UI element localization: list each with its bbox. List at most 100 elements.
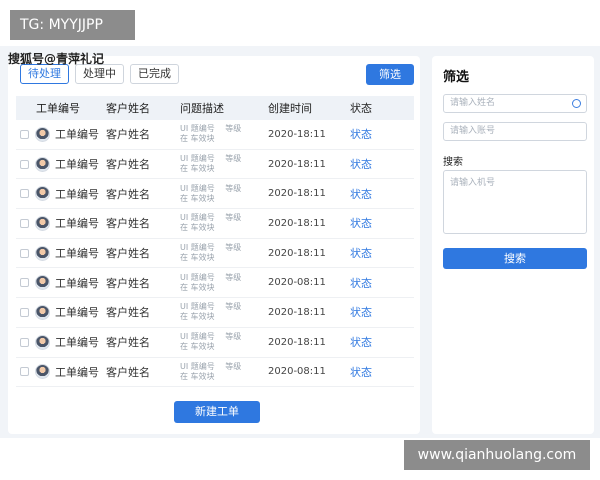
ticket-id-cell: 工单编号 — [16, 245, 106, 261]
avatar — [35, 275, 50, 291]
status-link[interactable]: 状态 — [348, 275, 408, 291]
ticket-id-cell: 工单编号 — [16, 156, 106, 172]
tab-pending[interactable]: 待处理 — [20, 64, 69, 84]
watermark-tag: TG: MYYJJPP — [10, 10, 135, 40]
customer-name: 客户姓名 — [106, 276, 150, 290]
row-checkbox[interactable] — [20, 367, 29, 377]
row-checkbox[interactable] — [20, 307, 29, 317]
phone-placeholder: 请输入机号 — [450, 178, 496, 188]
avatar — [35, 364, 50, 380]
row-checkbox[interactable] — [20, 337, 29, 347]
problem-description: UI 题编号 等级 在 车效块 — [180, 361, 242, 381]
problem-description: UI 题编号 等级 在 车效块 — [180, 272, 242, 292]
customer-name: 客户姓名 — [106, 336, 150, 350]
header-ticket-id: 工单编号 — [36, 102, 80, 115]
avatar — [35, 186, 50, 202]
avatar — [35, 156, 50, 172]
created-time: 2020-18:11 — [268, 336, 326, 348]
table-row[interactable]: 工单编号 客户姓名 UI 题编号 等级 在 车效块 2020-08:11 状态 — [16, 358, 414, 388]
customer-name: 客户姓名 — [106, 306, 150, 320]
header-created-time: 创建时间 — [268, 102, 312, 115]
problem-description: UI 题编号 等级 在 车效块 — [180, 154, 242, 174]
status-tabs: 待处理 处理中 已完成 — [20, 64, 179, 84]
avatar — [35, 334, 50, 350]
ticket-id-cell: 工单编号 — [16, 126, 106, 142]
status-link[interactable]: 状态 — [348, 215, 408, 231]
table-row[interactable]: 工单编号 客户姓名 UI 题编号 等级 在 车效块 2020-18:11 状态 — [16, 179, 414, 210]
customer-name: 客户姓名 — [106, 365, 150, 379]
table-row[interactable]: 工单编号 客户姓名 UI 题编号 等级 在 车效块 2020-18:11 状态 — [16, 298, 414, 328]
row-checkbox[interactable] — [20, 218, 29, 228]
watermark-url: www.qianhuolang.com — [404, 440, 590, 470]
phone-textarea[interactable]: 请输入机号 — [443, 170, 587, 234]
new-ticket-button[interactable]: 新建工单 — [174, 401, 260, 423]
row-checkbox[interactable] — [20, 248, 29, 258]
account-input[interactable]: 请输入账号 — [443, 122, 587, 141]
status-link[interactable]: 状态 — [348, 156, 408, 172]
filter-panel-title: 筛选 — [443, 70, 470, 85]
table-row[interactable]: 工单编号 客户姓名 UI 题编号 等级 在 车效块 2020-18:11 状态 — [16, 120, 414, 150]
created-time: 2020-08:11 — [268, 366, 326, 378]
status-link[interactable]: 状态 — [348, 126, 408, 142]
created-time: 2020-18:11 — [268, 128, 326, 140]
avatar — [35, 126, 50, 142]
customer-name: 客户姓名 — [106, 158, 150, 172]
header-status: 状态 — [350, 102, 372, 115]
tab-processing[interactable]: 处理中 — [75, 64, 124, 84]
ticket-id-cell: 工单编号 — [16, 215, 106, 231]
customer-name: 客户姓名 — [106, 247, 150, 261]
ticket-id: 工单编号 — [55, 128, 99, 142]
ticket-id-cell: 工单编号 — [16, 364, 106, 380]
table-row[interactable]: 工单编号 客户姓名 UI 题编号 等级 在 车效块 2020-08:11 状态 — [16, 268, 414, 299]
problem-description: UI 题编号 等级 在 车效块 — [180, 124, 242, 144]
avatar — [35, 304, 50, 320]
created-time: 2020-18:11 — [268, 188, 326, 200]
customer-name: 客户姓名 — [106, 128, 150, 142]
ticket-id: 工单编号 — [55, 217, 99, 231]
created-time: 2020-18:11 — [268, 158, 326, 170]
header-description: 问题描述 — [180, 102, 224, 115]
created-time: 2020-18:11 — [268, 306, 326, 318]
problem-description: UI 题编号 等级 在 车效块 — [180, 183, 242, 203]
avatar — [35, 245, 50, 261]
problem-description: UI 题编号 等级 在 车效块 — [180, 213, 242, 233]
problem-description: UI 题编号 等级 在 车效块 — [180, 302, 242, 322]
row-checkbox[interactable] — [20, 129, 29, 139]
account-placeholder: 请输入账号 — [450, 126, 496, 136]
search-label: 搜索 — [443, 157, 463, 168]
status-link[interactable]: 状态 — [348, 334, 408, 350]
table-row[interactable]: 工单编号 客户姓名 UI 题编号 等级 在 车效块 2020-18:11 状态 — [16, 150, 414, 180]
row-checkbox[interactable] — [20, 159, 29, 169]
ticket-id: 工单编号 — [55, 336, 99, 350]
status-link[interactable]: 状态 — [348, 245, 408, 261]
search-icon[interactable] — [572, 99, 581, 108]
ticket-id: 工单编号 — [55, 187, 99, 201]
ticket-id-cell: 工单编号 — [16, 275, 106, 291]
ticket-id-cell: 工单编号 — [16, 304, 106, 320]
problem-description: UI 题编号 等级 在 车效块 — [180, 332, 242, 352]
status-link[interactable]: 状态 — [348, 364, 408, 380]
ticket-id: 工单编号 — [55, 276, 99, 290]
tab-completed[interactable]: 已完成 — [130, 64, 179, 84]
status-link[interactable]: 状态 — [348, 304, 408, 320]
search-button[interactable]: 搜索 — [443, 248, 587, 269]
row-checkbox[interactable] — [20, 189, 29, 199]
avatar — [35, 215, 50, 231]
name-placeholder: 请输入姓名 — [450, 98, 496, 108]
created-time: 2020-18:11 — [268, 217, 326, 229]
table-row[interactable]: 工单编号 客户姓名 UI 题编号 等级 在 车效块 2020-18:11 状态 — [16, 209, 414, 239]
created-time: 2020-08:11 — [268, 277, 326, 289]
ticket-id-cell: 工单编号 — [16, 186, 106, 202]
ticket-id: 工单编号 — [55, 365, 99, 379]
table-row[interactable]: 工单编号 客户姓名 UI 题编号 等级 在 车效块 2020-18:11 状态 — [16, 239, 414, 269]
created-time: 2020-18:11 — [268, 247, 326, 259]
customer-name: 客户姓名 — [106, 187, 150, 201]
ticket-id: 工单编号 — [55, 247, 99, 261]
table-row[interactable]: 工单编号 客户姓名 UI 题编号 等级 在 车效块 2020-18:11 状态 — [16, 328, 414, 358]
problem-description: UI 题编号 等级 在 车效块 — [180, 243, 242, 263]
row-checkbox[interactable] — [20, 278, 29, 288]
filter-button[interactable]: 筛选 — [366, 64, 414, 85]
name-search-input[interactable]: 请输入姓名 — [443, 94, 587, 113]
customer-name: 客户姓名 — [106, 217, 150, 231]
status-link[interactable]: 状态 — [348, 186, 408, 202]
